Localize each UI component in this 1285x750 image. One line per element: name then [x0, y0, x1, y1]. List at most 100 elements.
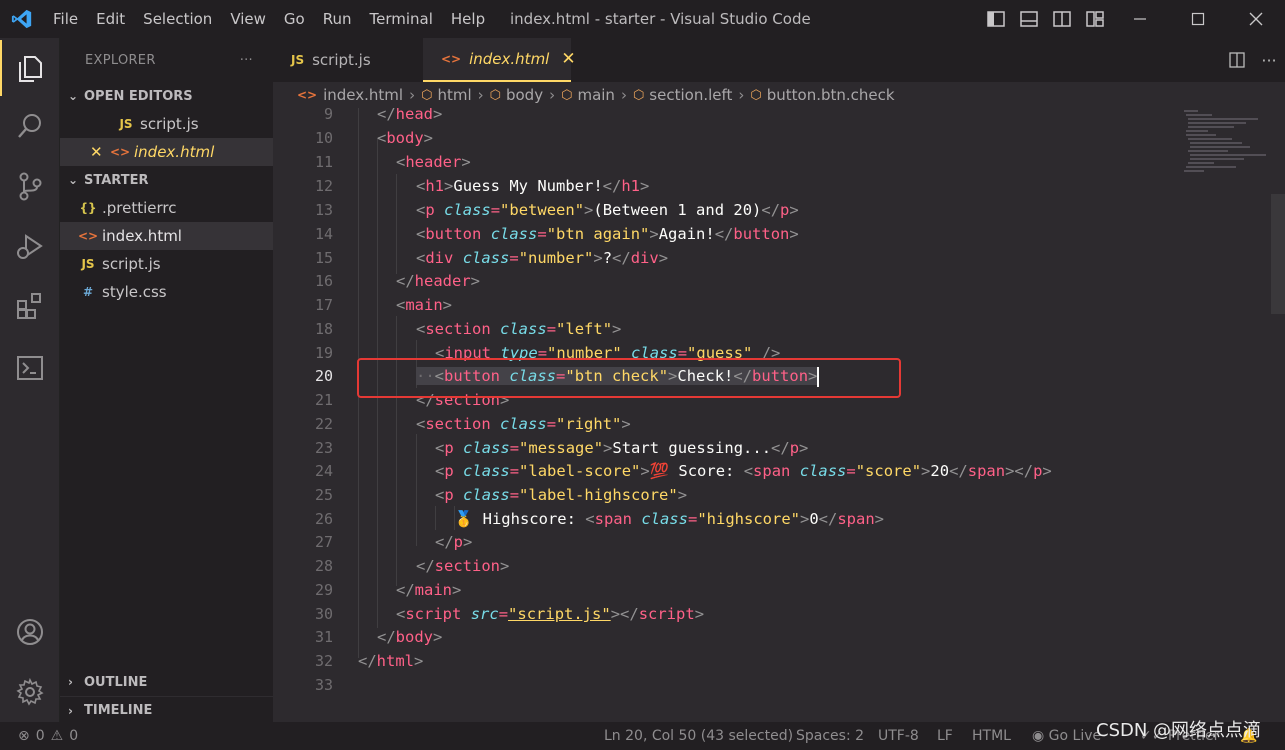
line-number: 28 — [314, 557, 333, 575]
breadcrumb-button-check[interactable]: ⬡ button.btn.check — [750, 86, 894, 104]
search-icon[interactable] — [0, 98, 60, 154]
breadcrumb-section-left[interactable]: ⬡ section.left — [633, 86, 732, 104]
js-file-icon: JS — [81, 257, 95, 271]
error-count: 0 — [35, 728, 45, 744]
outline-header[interactable]: › OUTLINE — [60, 668, 273, 696]
chevron-right-icon: › — [68, 703, 73, 718]
warning-icon: ⚠ — [50, 728, 64, 744]
code-line: <header> — [396, 153, 471, 171]
open-editors-header[interactable]: ⌄ OPEN EDITORS — [60, 82, 273, 110]
project-folder-header[interactable]: ⌄ STARTER — [60, 166, 273, 194]
source-control-icon[interactable] — [0, 158, 60, 214]
breadcrumb-body[interactable]: ⬡ body — [490, 86, 543, 104]
explorer-sidebar: EXPLORER ··· ⌄ OPEN EDITORS JS script.js… — [60, 38, 273, 722]
settings-gear-icon[interactable] — [0, 664, 60, 720]
title-bar: File Edit Selection View Go Run Terminal… — [0, 0, 1285, 38]
code-line: </html> — [358, 652, 424, 670]
terminal-icon[interactable] — [0, 340, 60, 396]
line-number: 17 — [314, 296, 333, 314]
customize-layout-icon[interactable] — [1078, 0, 1111, 38]
open-editor-script-js[interactable]: JS script.js — [60, 110, 273, 138]
selection-highlight-box — [357, 358, 901, 398]
status-bar: ⊗ 0 ⚠ 0 Ln 20, Col 50 (43 selected) Spac… — [0, 722, 1285, 750]
code-line: </main> — [396, 581, 462, 599]
code-line: <p class="between">(Between 1 and 20)</p… — [416, 201, 799, 219]
line-number: 24 — [314, 462, 333, 480]
tab-index-html[interactable]: <> index.html ✕ — [423, 38, 576, 82]
line-number: 22 — [314, 415, 333, 433]
chevron-right-icon: › — [738, 86, 745, 104]
line-number: 10 — [314, 129, 333, 147]
menu-help[interactable]: Help — [442, 0, 494, 38]
explorer-icon[interactable] — [0, 40, 60, 96]
breadcrumb-main[interactable]: ⬡ main — [561, 86, 615, 104]
more-actions-icon[interactable]: ··· — [1253, 38, 1285, 82]
open-editor-index-html[interactable]: ✕ <> index.html — [60, 138, 273, 166]
breadcrumb-file[interactable]: <> index.html — [297, 86, 403, 104]
element-cube-icon: ⬡ — [489, 87, 501, 103]
line-number: 29 — [314, 581, 333, 599]
extensions-icon[interactable] — [0, 278, 60, 334]
code-line: </header> — [396, 272, 481, 290]
code-line: <p class="label-score">💯 Score: <span cl… — [435, 462, 1052, 480]
line-number: 27 — [314, 533, 333, 551]
file-prettierrc[interactable]: {} .prettierrc — [60, 194, 273, 222]
explorer-more-actions[interactable]: ··· — [240, 53, 253, 68]
indentation[interactable]: Spaces: 2 — [796, 722, 864, 750]
vscode-logo-icon — [0, 0, 44, 38]
breadcrumb-html[interactable]: ⬡ html — [421, 86, 472, 104]
csdn-watermark: CSDN @网络点点滴 — [1096, 720, 1262, 741]
code-line: <section class="right"> — [416, 415, 631, 433]
go-live-button[interactable]: ◉ Go Live — [1032, 722, 1101, 750]
cursor-position[interactable]: Ln 20, Col 50 (43 selected) — [604, 722, 793, 750]
file-style-css[interactable]: # style.css — [60, 278, 273, 306]
menu-view[interactable]: View — [221, 0, 275, 38]
html-file-icon: <> — [297, 88, 318, 102]
line-number: 25 — [314, 486, 333, 504]
code-line: <section class="left"> — [416, 320, 622, 338]
toggle-panel-icon[interactable] — [1012, 0, 1045, 38]
line-number: 23 — [314, 439, 333, 457]
minimap[interactable] — [1178, 108, 1268, 178]
line-number: 18 — [314, 320, 333, 338]
maximize-button[interactable] — [1169, 0, 1227, 38]
language-mode[interactable]: HTML — [972, 722, 1011, 750]
close-editor-icon[interactable]: ✕ — [90, 143, 108, 161]
toggle-secondary-sidebar-icon[interactable] — [1045, 0, 1078, 38]
end-of-line[interactable]: LF — [937, 722, 953, 750]
js-file-icon: JS — [291, 53, 305, 67]
run-debug-icon[interactable] — [0, 218, 60, 274]
code-line: <body> — [377, 129, 434, 147]
code-line: <h1>Guess My Number!</h1> — [416, 177, 650, 195]
menu-file[interactable]: File — [44, 0, 87, 38]
line-number: 15 — [314, 249, 333, 267]
accounts-icon[interactable] — [0, 604, 60, 660]
menu-go[interactable]: Go — [275, 0, 314, 38]
tab-script-js[interactable]: JS script.js — [273, 38, 423, 82]
file-script-js[interactable]: JS script.js — [60, 250, 273, 278]
code-line: <main> — [396, 296, 453, 314]
chevron-down-icon: ⌄ — [68, 173, 79, 187]
menu-edit[interactable]: Edit — [87, 0, 134, 38]
toggle-sidebar-icon[interactable] — [979, 0, 1012, 38]
split-editor-icon[interactable] — [1221, 38, 1253, 82]
open-editor-label: script.js — [140, 115, 199, 133]
line-number: 32 — [314, 652, 333, 670]
encoding[interactable]: UTF-8 — [878, 722, 919, 750]
file-index-html[interactable]: <> index.html — [60, 222, 273, 250]
timeline-header[interactable]: › TIMELINE — [60, 696, 273, 724]
code-line: <button class="btn again">Again!</button… — [416, 225, 799, 243]
line-number: 31 — [314, 628, 333, 646]
close-tab-icon[interactable]: ✕ — [561, 49, 575, 69]
code-editor[interactable]: 9 10 11 12 13 14 15 16 17 18 19 20 21 22… — [273, 108, 1285, 722]
minimize-button[interactable] — [1111, 0, 1169, 38]
chevron-right-icon: › — [549, 86, 556, 104]
menu-selection[interactable]: Selection — [134, 0, 221, 38]
close-window-button[interactable] — [1227, 0, 1285, 38]
vertical-scrollbar[interactable] — [1271, 108, 1285, 722]
menu-terminal[interactable]: Terminal — [361, 0, 442, 38]
problems-indicator[interactable]: ⊗ 0 ⚠ 0 — [18, 722, 78, 750]
scrollbar-thumb[interactable] — [1271, 194, 1285, 314]
html-file-icon: <> — [109, 145, 131, 159]
menu-run[interactable]: Run — [314, 0, 361, 38]
